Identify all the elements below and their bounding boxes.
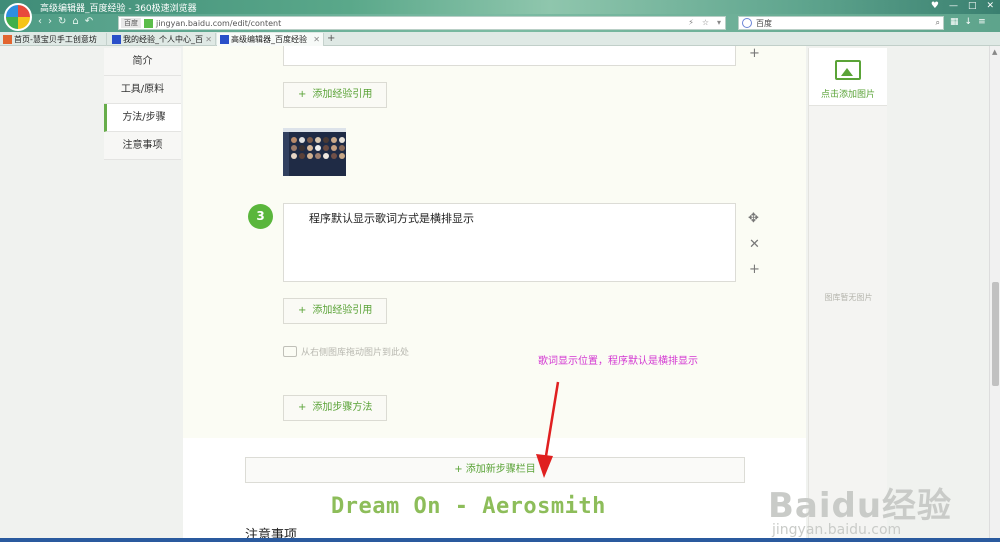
- address-bar-icons: ⚡ ☆ ▾: [688, 18, 721, 27]
- new-tab-icon[interactable]: +: [327, 33, 335, 44]
- tab-label: 我的经验_个人中心_百: [123, 35, 203, 44]
- maximize-icon[interactable]: □: [968, 1, 977, 11]
- tab-my-experience[interactable]: 我的经验_个人中心_百 ✕: [109, 33, 216, 46]
- undo-close-icon[interactable]: ↶: [85, 16, 93, 27]
- address-bar[interactable]: 百度 jingyan.baidu.com/edit/content ⚡ ☆ ▾: [118, 16, 726, 30]
- os-taskbar: [0, 538, 1000, 542]
- search-box[interactable]: 百度 ⌕: [738, 16, 944, 30]
- window-title: 高级编辑器_百度经验 - 360极速浏览器: [40, 4, 197, 14]
- close-tab-icon[interactable]: ✕: [205, 33, 212, 46]
- security-icon[interactable]: [144, 18, 153, 28]
- close-tab-icon[interactable]: ✕: [313, 33, 320, 46]
- image-library-panel: 点击添加图片 图库暂无图片: [808, 48, 887, 542]
- scrollbar-thumb[interactable]: [992, 282, 999, 386]
- baidu-watermark: Baidu经验: [768, 486, 953, 526]
- tab-home[interactable]: 首页-慧宝贝手工创意坊: [0, 33, 107, 46]
- vertical-scrollbar[interactable]: ▲: [989, 46, 1000, 542]
- watermark-url: jingyan.baidu.com: [772, 522, 902, 538]
- tab-label: 首页-慧宝贝手工创意坊: [14, 35, 97, 44]
- nav-buttons: ‹ › ↻ ⌂ ↶: [38, 16, 93, 27]
- scroll-up-icon[interactable]: ▲: [992, 48, 997, 56]
- navigation-bar: ‹ › ↻ ⌂ ↶ 百度 jingyan.baidu.com/edit/cont…: [0, 14, 1000, 32]
- search-icon[interactable]: ⌕: [936, 18, 940, 28]
- close-window-icon[interactable]: ✕: [986, 1, 994, 11]
- search-engine-icon[interactable]: [742, 18, 752, 28]
- baidu-favicon-icon: [220, 35, 229, 44]
- refresh-icon[interactable]: ↻: [58, 16, 66, 27]
- page-content: 简介 工具/原料 方法/步骤 注意事项 + + 添加经验引用 3 程序默认显示歌词…: [0, 46, 989, 542]
- lightning-icon[interactable]: ⚡: [688, 18, 694, 27]
- tab-bar: 首页-慧宝贝手工创意坊 我的经验_个人中心_百 ✕ 高级编辑器_百度经验 ✕ +: [0, 32, 1000, 46]
- dropdown-icon[interactable]: ▾: [717, 18, 721, 27]
- star-icon[interactable]: ☆: [702, 18, 709, 27]
- tab-label: 高级编辑器_百度经验: [231, 35, 307, 44]
- minimize-icon[interactable]: —: [949, 1, 958, 11]
- empty-library-text: 图库暂无图片: [824, 293, 873, 302]
- browser-logo[interactable]: [4, 3, 32, 31]
- site-favicon-icon: [3, 35, 12, 44]
- baidu-favicon-icon: [112, 35, 121, 44]
- site-badge: 百度: [121, 18, 141, 28]
- forward-icon[interactable]: ›: [48, 16, 52, 27]
- back-icon[interactable]: ‹: [38, 16, 42, 27]
- add-image-button[interactable]: 点击添加图片: [809, 48, 887, 106]
- window-controls: ♥ — □ ✕: [931, 1, 994, 11]
- search-engine-label: 百度: [756, 18, 772, 28]
- toolbar-icons: ▦ ↓ ≡: [950, 17, 986, 27]
- tab-editor[interactable]: 高级编辑器_百度经验 ✕: [217, 33, 324, 46]
- title-bar: 高级编辑器_百度经验 - 360极速浏览器 ♥ — □ ✕: [0, 0, 1000, 14]
- menu-icon[interactable]: ≡: [978, 17, 986, 27]
- extension-icon[interactable]: ▦: [950, 17, 959, 27]
- add-image-label: 点击添加图片: [820, 90, 875, 100]
- skin-icon[interactable]: ♥: [931, 1, 939, 11]
- download-icon[interactable]: ↓: [965, 17, 973, 27]
- add-image-icon: [835, 60, 861, 80]
- url-text[interactable]: jingyan.baidu.com/edit/content: [156, 19, 281, 28]
- home-icon[interactable]: ⌂: [72, 16, 78, 27]
